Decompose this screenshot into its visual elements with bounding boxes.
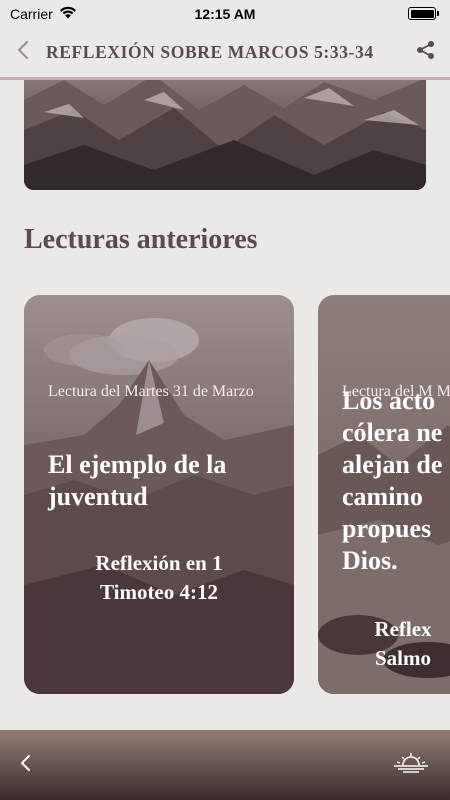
share-button[interactable] [402, 28, 450, 77]
card-title: Los acto cólera ne alejan de camino prop… [342, 385, 450, 577]
share-icon [416, 40, 436, 65]
card-title: El ejemplo de la juventud [48, 450, 227, 511]
status-time: 12:15 AM [194, 6, 256, 22]
card-reference: Reflex Salmo [318, 615, 450, 673]
battery-icon [408, 7, 439, 20]
bottom-back-button[interactable] [20, 754, 32, 777]
reading-card[interactable]: Lectura del Martes 31 de Marzo El ejempl… [24, 295, 294, 694]
sunrise-icon [392, 752, 430, 779]
status-bar: Carrier 12:15 AM [0, 0, 450, 28]
page-title: REFLEXIÓN SOBRE MARCOS 5:33-34 [46, 42, 374, 62]
back-chevron-icon [17, 40, 29, 65]
card-reference: Reflexión en 1 Timoteo 4:12 [95, 551, 223, 604]
reading-card[interactable]: Lectura del M Marzo Los acto cólera ne a… [318, 295, 450, 694]
home-button[interactable] [392, 752, 430, 779]
card-reference-text: Reflex Salmo [374, 617, 432, 670]
readings-carousel[interactable]: Lectura del Martes 31 de Marzo El ejempl… [24, 295, 450, 695]
top-nav-bar: REFLEXIÓN SOBRE MARCOS 5:33-34 [0, 28, 450, 80]
section-title: Lecturas anteriores [24, 224, 258, 255]
back-button[interactable] [0, 28, 46, 77]
card-date: Lectura del Martes 31 de Marzo [48, 383, 254, 400]
back-chevron-icon [20, 754, 32, 777]
article-image [24, 70, 426, 190]
card-title-text: Los acto cólera ne alejan de camino prop… [342, 386, 443, 575]
bottom-bar [0, 730, 450, 800]
